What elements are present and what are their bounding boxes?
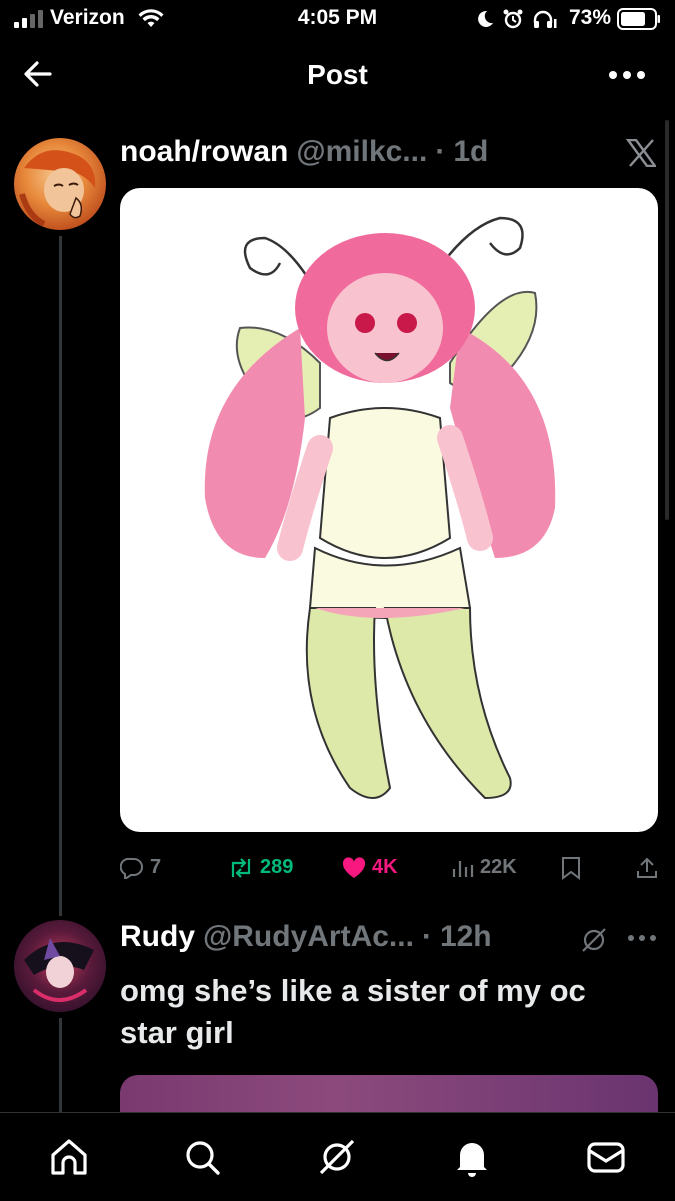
reply-button[interactable]: 7	[120, 856, 161, 879]
thread-line	[59, 236, 62, 916]
avatar-illustration	[19, 150, 96, 227]
reply-more-icon[interactable]	[628, 934, 656, 942]
views-icon	[452, 860, 474, 877]
like-count: 4K	[372, 856, 398, 878]
tweet-actions: 7 289 4K 22K	[120, 856, 660, 886]
views-count: 22K	[480, 856, 517, 878]
reply-count: 7	[150, 856, 162, 878]
repost-count: 289	[260, 856, 294, 878]
reply-thread-line	[59, 1018, 62, 1112]
separator-dot: ·	[435, 135, 446, 168]
reply-author-name[interactable]: Rudy	[120, 920, 195, 954]
author-name[interactable]: noah/rowan	[120, 135, 288, 169]
x-logo-icon	[626, 139, 656, 167]
bookmark-icon[interactable]	[560, 856, 582, 880]
share-icon[interactable]	[635, 856, 659, 880]
grok-icon[interactable]	[580, 926, 608, 954]
search-icon[interactable]	[180, 1135, 224, 1179]
headphones-icon	[533, 10, 557, 28]
author-avatar[interactable]	[14, 138, 106, 230]
grok-tab-icon[interactable]	[315, 1135, 359, 1179]
character-illustration	[204, 216, 556, 800]
bottom-tab-bar	[0, 1112, 675, 1201]
notifications-icon[interactable]	[450, 1135, 494, 1179]
reply-separator-dot: ·	[421, 920, 432, 953]
alarm-icon	[503, 9, 523, 29]
reply-author-handle[interactable]: @RudyArtAc...	[203, 920, 414, 954]
battery-percent: 73%	[568, 6, 611, 29]
battery-icon	[617, 8, 660, 30]
reply-text: omg she’s like a sister of my oc star gi…	[120, 973, 586, 1050]
reply-author-avatar[interactable]	[14, 920, 106, 1012]
page-title: Post	[307, 59, 368, 90]
reply-avatar-illustration	[24, 938, 94, 1002]
reply-age: 12h	[439, 920, 492, 953]
moon-icon	[478, 10, 493, 27]
more-icon[interactable]	[609, 70, 645, 80]
status-bar: Verizon 4:05 PM 73%	[0, 0, 675, 38]
tweet-image[interactable]	[120, 188, 658, 832]
like-icon	[342, 856, 366, 878]
views-button[interactable]: 22K	[452, 856, 517, 879]
repost-button[interactable]: 289	[228, 856, 293, 879]
repost-icon	[231, 857, 251, 878]
tweet-header: noah/rowan @milkc... · 1d	[120, 135, 488, 169]
home-icon[interactable]	[47, 1135, 91, 1179]
scrollbar[interactable]	[665, 120, 669, 520]
tweet-age: 1d	[453, 135, 489, 168]
reply-header: Rudy @RudyArtAc... · 12h	[120, 920, 492, 954]
reply-icon	[120, 857, 143, 879]
messages-icon[interactable]	[584, 1135, 628, 1179]
like-button[interactable]: 4K	[342, 856, 398, 879]
author-handle[interactable]: @milkc...	[296, 135, 427, 169]
